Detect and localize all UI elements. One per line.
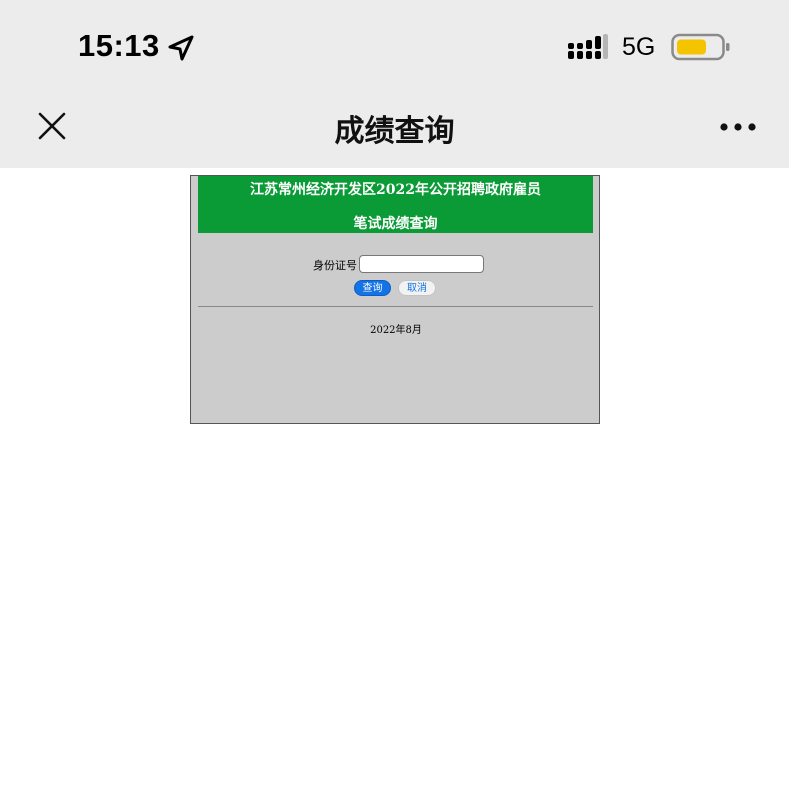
status-time: 15:13: [78, 28, 160, 63]
banner-title: 江苏常州经济开发区2022年公开招聘政府雇员: [250, 182, 541, 198]
battery-icon: [671, 33, 730, 61]
battery-level: [677, 39, 706, 55]
location-arrow-icon: [168, 35, 194, 61]
more-icon[interactable]: [719, 121, 757, 133]
cancel-button[interactable]: 取消: [398, 280, 436, 296]
page-title: 成绩查询: [334, 114, 455, 149]
header-banner: 江苏常州经济开发区2022年公开招聘政府雇员 笔试成绩查询: [198, 176, 593, 233]
query-button[interactable]: 查询: [354, 280, 391, 296]
cellular-signal-icon: [568, 34, 608, 59]
id-number-input[interactable]: [359, 255, 484, 273]
id-number-label: 身份证号: [313, 259, 357, 272]
query-page-frame: 江苏常州经济开发区2022年公开招聘政府雇员 笔试成绩查询 身份证号 查询 取消…: [190, 175, 600, 424]
banner-subtitle: 笔试成绩查询: [353, 216, 438, 232]
footer-date: 2022年8月: [370, 325, 422, 336]
divider: [198, 306, 593, 307]
network-label: 5G: [622, 33, 656, 61]
